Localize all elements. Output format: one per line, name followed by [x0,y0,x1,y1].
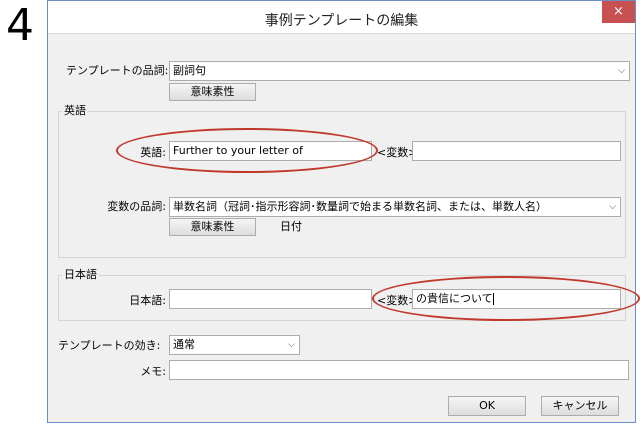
close-button[interactable]: × [602,1,635,23]
chevron-down-icon: ⌵ [288,340,295,350]
cancel-button[interactable]: キャンセル [541,396,619,416]
variable-pos-value: 単数名詞（冠詞･指示形容詞･数量詞で始まる単数名詞、または、単数人名） [173,200,547,213]
english-variable-input[interactable] [412,141,621,161]
japanese-highlight-oval [372,276,640,321]
japanese-input[interactable] [169,289,372,309]
ok-button[interactable]: OK [448,396,526,416]
effect-label: テンプレートの効き: [58,339,161,352]
japanese-group-title: 日本語 [62,268,99,282]
step-number: 4 [6,0,34,51]
template-pos-label: テンプレートの品詞: [66,64,169,77]
memo-input[interactable] [169,360,629,380]
effect-select[interactable]: 通常 ⌵ [169,335,300,355]
english-group [58,111,626,258]
japanese-label: 日本語: [129,294,166,307]
variable-pos-select[interactable]: 単数名詞（冠詞･指示形容詞･数量詞で始まる単数名詞、または、単数人名） ⌵ [169,197,621,217]
titlebar[interactable]: 事例テンプレートの編集 × [48,1,635,34]
template-edit-dialog: 事例テンプレートの編集 × テンプレートの品詞: 副詞句 ⌵ 意味素性 英語 英… [47,0,640,423]
variable-attr-value: 日付 [280,220,302,233]
variable-attr-button[interactable]: 意味素性 [169,218,256,236]
dialog-title: 事例テンプレートの編集 [264,13,419,29]
template-attr-button[interactable]: 意味素性 [169,83,256,101]
chevron-down-icon: ⌵ [618,66,625,76]
chevron-down-icon: ⌵ [609,202,616,212]
template-pos-value: 副詞句 [173,64,206,77]
english-highlight-oval [116,128,378,173]
variable-pos-label: 変数の品詞: [107,200,166,213]
template-pos-select[interactable]: 副詞句 ⌵ [169,61,630,81]
memo-label: メモ: [140,365,166,378]
effect-value: 通常 [173,338,195,351]
english-group-title: 英語 [62,104,88,118]
